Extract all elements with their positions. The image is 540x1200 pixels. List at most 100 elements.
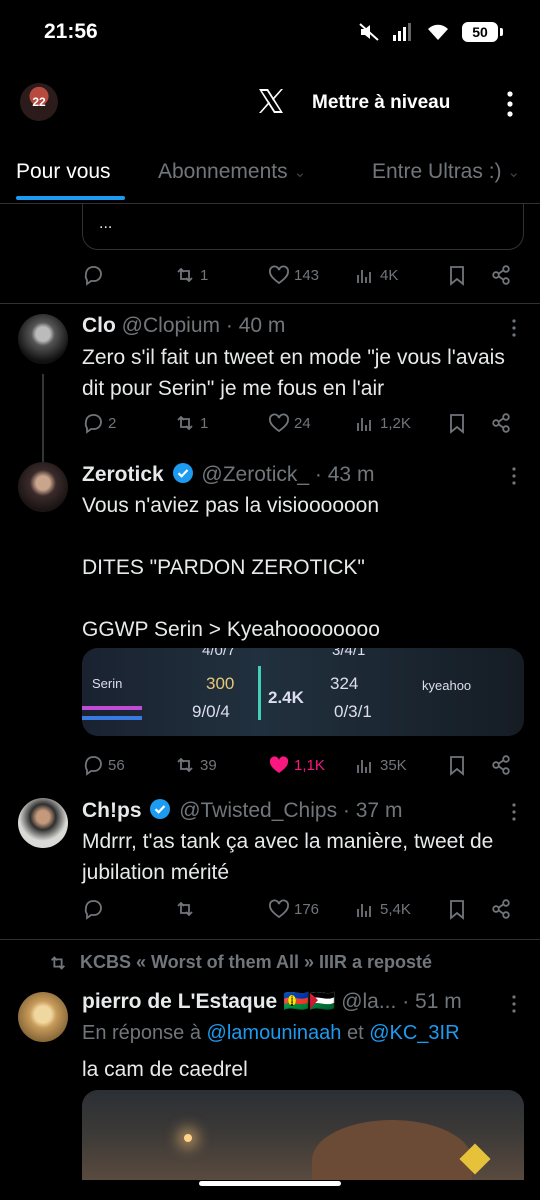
repost-count: 39 [200,756,217,774]
status-icons: 50 [358,22,503,42]
like-count: 143 [294,266,320,284]
bookmark-button[interactable] [446,412,468,434]
tweet-media-image[interactable]: 4/0/7 3/4/1 Serin 300 9/0/4 2.4K 324 0/3… [82,648,524,736]
media-text: 324 [330,674,359,693]
signal-icon [393,23,411,41]
mention-link[interactable]: @lamouninaah [207,1022,342,1044]
profile-avatar[interactable]: 22 [20,83,58,121]
handle[interactable]: @Clopium [122,314,220,337]
top-app-bar: 22 Mettre à niveau [0,66,540,142]
display-name[interactable]: Zerotick [82,463,164,486]
handle[interactable]: @la... [341,990,396,1013]
reply-button[interactable] [82,898,104,920]
media-subject [312,1120,472,1180]
reply-icon [84,266,102,286]
media-bar [82,706,142,710]
tab-abonnements-label: Abonnements [158,160,288,183]
verified-badge-icon [150,799,171,819]
tweet-more-icon[interactable] [510,802,518,822]
repost-button[interactable]: 1 [174,264,208,286]
avatar[interactable] [18,462,68,512]
wifi-icon [428,24,448,40]
like-button[interactable]: 176 [268,898,319,920]
timeline-feed[interactable]: ... 1 143 4K Clo @Clopium · 40 m Zero s'… [0,204,540,1200]
repost-button[interactable]: 39 [174,754,217,776]
quote-tweet-card[interactable]: ... [82,204,524,250]
chevron-down-icon: ⌄ [507,164,521,182]
quote-text: ... [99,215,113,232]
timeline-tabs: Pour vous Abonnements ⌄ Entre Ultras :) ⌄ [0,142,540,204]
tweet-more-icon[interactable] [510,466,518,486]
thread-line [42,374,44,466]
avatar[interactable] [18,798,68,848]
tweet-more-icon[interactable] [510,318,518,338]
repost-button[interactable]: 1 [174,412,208,434]
views-count: 4K [380,266,399,284]
bookmark-button[interactable] [446,754,468,776]
repost-icon [50,955,66,970]
mention-link[interactable]: @KC_3IR [369,1022,459,1044]
more-options-icon[interactable] [500,90,520,118]
reply-count: 2 [108,414,117,432]
verified-badge-icon [172,463,193,483]
tab-abonnements[interactable]: Abonnements ⌄ [158,160,306,184]
tweet-actions: 176 5,4K [82,898,522,928]
avatar[interactable] [18,314,68,364]
views-count: 1,2K [380,414,411,432]
share-button[interactable] [490,898,512,920]
repost-icon [177,267,193,283]
repost-count: 1 [200,414,209,432]
upgrade-button[interactable]: Mettre à niveau [312,92,450,114]
repost-icon [177,757,193,773]
media-text: kyeahoo [422,678,472,693]
handle[interactable]: @Twisted_Chips [179,799,337,822]
heart-icon [269,413,289,433]
share-button[interactable] [490,412,512,434]
media-text: 300 [206,674,235,693]
views-icon [357,418,371,431]
like-button[interactable]: 143 [268,264,319,286]
repost-context-text: KCBS « Worst of them All » IIIR a repost… [80,952,433,972]
tweet-text: Zero s'il fait un tweet en mode "je vous… [82,346,505,400]
share-icon [492,413,510,433]
tweet-more-icon[interactable] [510,994,518,1014]
home-indicator[interactable] [199,1181,341,1186]
display-name[interactable]: pierro de L'Estaque 🇳🇨🇵🇸 [82,990,335,1013]
views-button[interactable]: 1,2K [354,412,411,434]
reply-button[interactable]: 56 [82,754,125,776]
bookmark-icon [450,266,464,286]
display-name[interactable]: Clo [82,314,116,337]
reply-button[interactable]: 2 [82,412,116,434]
handle[interactable]: @Zerotick_ [201,463,309,486]
share-button[interactable] [490,754,512,776]
bookmark-button[interactable] [446,264,468,286]
views-button[interactable]: 5,4K [354,898,411,920]
tab-entre-ultras[interactable]: Entre Ultras :) ⌄ [372,160,520,184]
tweet-media-image[interactable] [82,1090,524,1180]
repost-context[interactable]: KCBS « Worst of them All » IIIR a repost… [48,952,432,973]
views-icon [357,270,371,283]
timestamp: · 43 m [314,463,375,486]
like-button[interactable]: 24 [268,412,311,434]
views-button[interactable]: 35K [354,754,407,776]
share-button[interactable] [490,264,512,286]
display-name[interactable]: Ch!ps [82,799,142,822]
views-button[interactable]: 4K [354,264,398,286]
tweet-header: Clo @Clopium · 40 m [82,314,285,338]
tab-entre-ultras-label: Entre Ultras :) [372,160,502,183]
media-light [184,1134,192,1142]
views-count: 5,4K [380,900,411,918]
tab-pour-vous[interactable]: Pour vous [16,160,111,184]
media-text: 4/0/7 [202,648,236,659]
heart-filled-icon [269,756,289,773]
media-bar [82,716,142,720]
bookmark-button[interactable] [446,898,468,920]
repost-button[interactable] [174,898,196,920]
divider [0,939,540,940]
reply-button[interactable] [82,264,104,286]
share-icon [492,265,510,285]
avatar[interactable] [18,992,68,1042]
chevron-down-icon: ⌄ [293,164,307,182]
like-button[interactable]: 1,1K [268,754,325,776]
views-count: 35K [380,756,407,774]
